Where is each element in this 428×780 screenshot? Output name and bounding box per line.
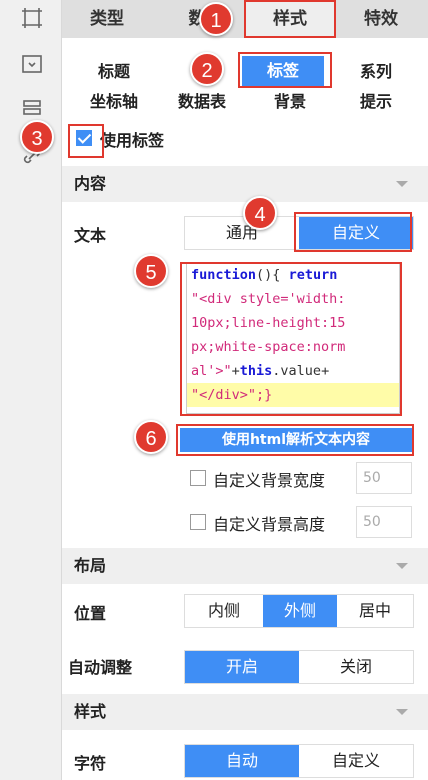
text-mode-toggle: 通用 自定义 <box>184 216 414 250</box>
collapse-arrow-icon <box>396 563 408 569</box>
dropdown-box-icon[interactable] <box>20 52 44 76</box>
content-section-title: 内容 <box>74 174 107 193</box>
subtab-tooltip[interactable]: 提示 <box>332 86 420 118</box>
step-badge-6: 6 <box>134 420 168 454</box>
position-toggle: 内侧 外侧 居中 <box>184 594 414 628</box>
step-badge-5: 5 <box>134 254 168 288</box>
frame-icon[interactable] <box>20 6 44 30</box>
bg-width-checkbox[interactable] <box>190 470 206 486</box>
collapse-arrow-icon <box>396 709 408 715</box>
step-badge-2: 2 <box>190 52 224 86</box>
code-line: "</div>";} <box>187 383 399 407</box>
code-line: 10px;line-height:15 <box>191 315 346 331</box>
position-outside[interactable]: 外侧 <box>263 595 337 627</box>
subtab-background[interactable]: 背景 <box>246 86 334 118</box>
code-line: "<div style='width: <box>191 291 346 307</box>
subtab-label[interactable]: 标签 <box>242 56 324 86</box>
style-section-header[interactable]: 样式 <box>62 694 428 730</box>
auto-adjust-on[interactable]: 开启 <box>185 651 299 683</box>
tab-type[interactable]: 类型 <box>62 0 152 38</box>
bg-height-input[interactable]: 50 <box>356 506 412 538</box>
code-line: function(){ return <box>191 267 338 283</box>
char-label: 字符 <box>74 754 107 773</box>
layout-section-header[interactable]: 布局 <box>62 548 428 584</box>
step-badge-4: 4 <box>243 196 277 230</box>
left-toolbar <box>0 0 62 780</box>
code-line: px;white-space:norm <box>191 339 346 355</box>
subtab-table[interactable]: 数据表 <box>158 86 246 118</box>
tab-style[interactable]: 样式 <box>246 0 334 38</box>
code-line: al'>"+this.value+ <box>191 363 330 379</box>
char-custom[interactable]: 自定义 <box>299 745 413 777</box>
step-badge-3: 3 <box>20 120 54 154</box>
use-html-parse-button[interactable]: 使用html解析文本内容 <box>180 428 412 452</box>
bg-height-checkbox[interactable] <box>190 514 206 530</box>
bg-width-input[interactable]: 50 <box>356 462 412 494</box>
property-panel: 类型 数 样式 特效 标题 图 标签 系列 坐标轴 数据表 背景 提示 使用标签… <box>62 0 428 780</box>
auto-adjust-label: 自动调整 <box>68 658 133 677</box>
position-inside[interactable]: 内侧 <box>185 595 263 627</box>
char-auto[interactable]: 自动 <box>185 745 299 777</box>
text-mode-custom[interactable]: 自定义 <box>299 217 413 249</box>
top-tab-bar: 类型 数 样式 特效 <box>62 0 428 38</box>
list-layout-icon[interactable] <box>20 98 44 122</box>
bg-width-label: 自定义背景宽度 <box>213 471 326 490</box>
subtab-series[interactable]: 系列 <box>332 56 420 88</box>
char-toggle: 自动 自定义 <box>184 744 414 778</box>
subtab-title[interactable]: 标题 <box>70 56 158 88</box>
content-section-header[interactable]: 内容 <box>62 166 428 202</box>
text-label: 文本 <box>74 226 107 245</box>
formatter-code-editor[interactable]: function(){ return "<div style='width: 1… <box>186 262 400 414</box>
position-label: 位置 <box>74 604 107 623</box>
position-center[interactable]: 居中 <box>337 595 413 627</box>
text-mode-general[interactable]: 通用 <box>185 217 299 249</box>
auto-adjust-toggle: 开启 关闭 <box>184 650 414 684</box>
style-section-title: 样式 <box>74 702 107 721</box>
use-label-text: 使用标签 <box>100 131 165 150</box>
tab-effect[interactable]: 特效 <box>336 0 426 38</box>
auto-adjust-off[interactable]: 关闭 <box>299 651 413 683</box>
collapse-arrow-icon <box>396 181 408 187</box>
step-badge-1: 1 <box>199 2 233 36</box>
subtab-axis[interactable]: 坐标轴 <box>70 86 158 118</box>
bg-height-label: 自定义背景高度 <box>213 515 326 534</box>
use-label-checkbox[interactable] <box>76 130 92 146</box>
sub-tab-grid: 标题 图 标签 系列 坐标轴 数据表 背景 提示 <box>62 48 428 118</box>
layout-section-title: 布局 <box>74 556 107 575</box>
